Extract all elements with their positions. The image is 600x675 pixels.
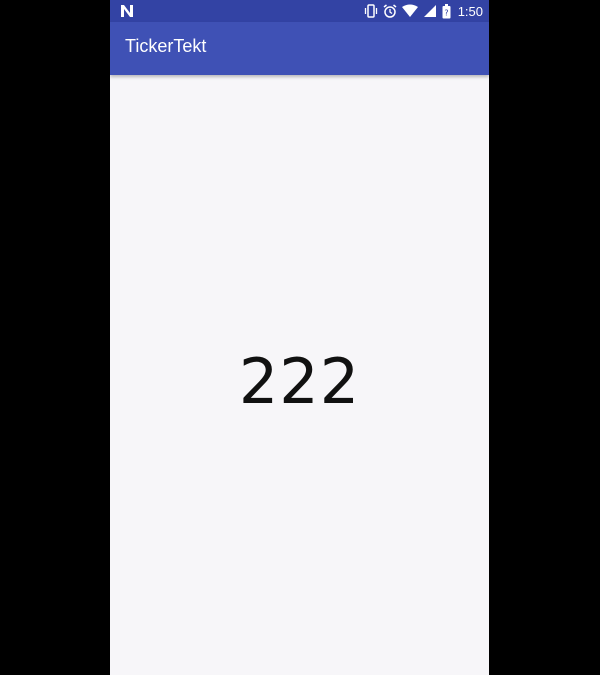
ticker-value: 222 (238, 345, 361, 418)
status-bar: ? 1:50 (110, 0, 489, 22)
phone-screen: ? 1:50 TickerTekt 222 (110, 0, 489, 675)
status-icons: ? 1:50 (364, 0, 483, 22)
app-bar: TickerTekt (110, 22, 489, 75)
battery-level: ? (444, 8, 448, 17)
alarm-icon (383, 4, 397, 18)
vibrate-icon (364, 4, 378, 18)
battery-icon: ? (442, 3, 451, 19)
app-title: TickerTekt (125, 36, 207, 56)
wifi-icon (401, 4, 418, 18)
status-time: 1:50 (457, 3, 483, 19)
n-notification-icon (119, 3, 135, 19)
signal-icon (423, 4, 437, 18)
main-content: 222 (110, 75, 489, 675)
